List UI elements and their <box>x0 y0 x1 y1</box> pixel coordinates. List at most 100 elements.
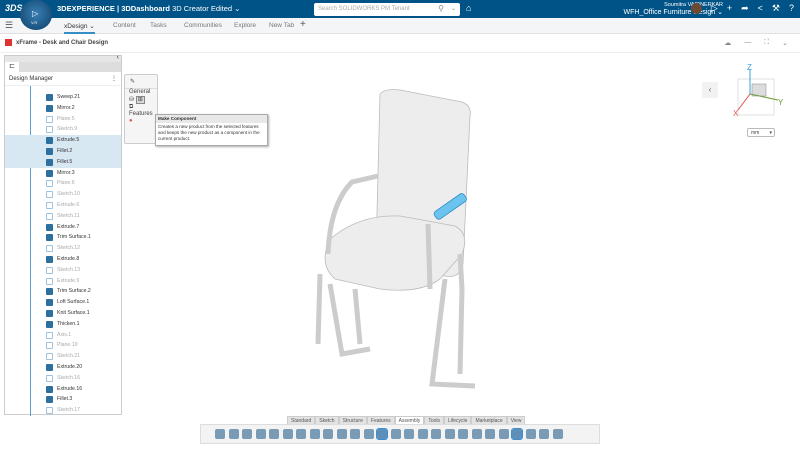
tab-xdesign[interactable]: xDesign ⌄ <box>64 22 95 34</box>
tool-icon[interactable] <box>269 429 279 439</box>
tool-icon[interactable] <box>539 429 549 439</box>
tree-item[interactable]: Extrude.16 <box>5 384 121 395</box>
tree-item[interactable]: Extrude.20 <box>5 362 121 373</box>
tool-icon[interactable] <box>228 429 239 439</box>
tree-item[interactable]: Plane.6 <box>5 178 121 189</box>
add-tab-button[interactable]: + <box>300 19 306 30</box>
tool-icon[interactable] <box>376 428 388 440</box>
tree-item[interactable]: Sketch.21 <box>5 351 121 362</box>
tool-icon[interactable] <box>552 429 563 439</box>
tree-item[interactable]: Mirror.2 <box>5 103 121 114</box>
tree-item[interactable]: Extrude.5 <box>5 135 121 146</box>
tree-item-label: Sketch.13 <box>57 266 81 273</box>
tool-icon[interactable] <box>323 429 333 439</box>
tree-item-label: Sketch.17 <box>57 407 81 414</box>
error-icon[interactable]: ● <box>125 117 157 125</box>
tree-item[interactable]: Sketch.16 <box>5 373 121 384</box>
tab-content[interactable]: Content <box>113 22 136 29</box>
tool-icon[interactable] <box>282 429 293 439</box>
tree-item[interactable]: Plane.10 <box>5 340 121 351</box>
pen-icon[interactable]: ✎ <box>125 75 157 88</box>
tree-item[interactable]: Extrude.9 <box>5 276 121 287</box>
view-cube[interactable]: Z Y X <box>733 63 784 118</box>
tool-icon[interactable] <box>485 429 495 439</box>
axis-x-label: X <box>733 109 739 118</box>
units-select[interactable]: mm ▾ <box>747 128 775 137</box>
component-icon[interactable]: ⧉ <box>125 104 157 111</box>
tree-item[interactable]: Sweep.21 <box>5 92 121 103</box>
tool-icon[interactable] <box>309 429 320 439</box>
tree-item[interactable]: Fillet.2 <box>5 145 121 157</box>
tree-tab[interactable]: ⊏ <box>5 62 19 72</box>
menu-icon[interactable]: ☰ <box>5 20 13 31</box>
tool-icon[interactable] <box>511 428 523 440</box>
more-icon[interactable]: ⋮ <box>111 75 117 82</box>
chevron-down-icon[interactable]: ⌄ <box>451 5 456 12</box>
tool-icon[interactable] <box>390 429 401 439</box>
tool-icon[interactable] <box>471 429 482 439</box>
tree-item[interactable]: Plane.5 <box>5 114 121 125</box>
tool-icon[interactable] <box>296 429 306 439</box>
tool-icon[interactable] <box>350 429 360 439</box>
tool-icon[interactable] <box>417 429 428 439</box>
tree-item[interactable]: Thicken.1 <box>5 319 121 330</box>
tree-item-label: Sketch.11 <box>57 212 80 219</box>
tree-item[interactable]: Extrude.8 <box>5 254 121 265</box>
make-component-icon[interactable]: ⊞ <box>135 96 145 104</box>
tree-item[interactable]: Trim Surface.2 <box>5 286 121 297</box>
network-icon[interactable]: < <box>758 3 763 14</box>
tool-icon[interactable] <box>215 429 225 439</box>
tag-icon[interactable]: ⌂ <box>466 3 471 13</box>
feature-icon <box>46 169 53 177</box>
tool-icon[interactable] <box>404 429 414 439</box>
tool-icon[interactable] <box>363 429 374 439</box>
tool-icon[interactable] <box>498 429 509 439</box>
tab-explore[interactable]: Explore <box>234 22 256 29</box>
tree-item[interactable]: Fillet.3 <box>5 394 121 405</box>
cylinder-icon[interactable]: ⛁ <box>129 97 134 103</box>
tree-item[interactable]: Sketch.13 <box>5 265 121 276</box>
avatar[interactable] <box>690 3 702 14</box>
tree-item[interactable]: Fillet.5 <box>5 156 121 168</box>
tab-tasks[interactable]: Tasks <box>150 22 167 29</box>
tool-icon[interactable] <box>458 429 468 439</box>
tree-item[interactable]: Knit Surface.1 <box>5 308 121 319</box>
collapse-panel-button[interactable]: ‹ <box>117 54 119 61</box>
tree-item[interactable]: Sketch.10 <box>5 189 121 200</box>
design-manager-panel: ‹ ⊏ Design Manager ⋮ Sweep.21 Mirror.2 Plan… <box>4 54 122 416</box>
app-title[interactable]: 3DEXPERIENCE | 3DDashboard 3D Creator Ed… <box>57 4 240 13</box>
help-icon[interactable]: ? <box>789 3 794 14</box>
add-icon[interactable]: + <box>727 3 732 14</box>
tree-item[interactable]: Trim Surface.1 <box>5 232 121 243</box>
chevron-left-icon[interactable]: ‹ <box>702 82 718 98</box>
chevron-down-icon[interactable]: ⌄ <box>782 39 788 47</box>
tab-communities[interactable]: Communities <box>184 22 222 29</box>
tree-item[interactable]: Sketch.12 <box>5 243 121 254</box>
search-icon[interactable]: ⚲ <box>438 4 444 13</box>
maximize-icon[interactable]: ⛶ <box>764 39 769 47</box>
tool-icon[interactable] <box>242 429 252 439</box>
tool-icon[interactable] <box>444 429 455 439</box>
cloud-icon[interactable]: ☁ <box>724 39 731 47</box>
tree-item[interactable]: Extrude.7 <box>5 222 121 233</box>
tree-item-label: Knit Surface.1 <box>57 309 90 316</box>
tree-item[interactable]: Sketch.17 <box>5 405 121 416</box>
tree-item[interactable]: Sketch.9 <box>5 124 121 135</box>
tool-icon[interactable] <box>431 429 441 439</box>
tree-item[interactable]: Loft Surface.1 <box>5 297 121 308</box>
search-input[interactable]: Search SOLIDWORKS PM Tenant ⚲ ⌄ <box>314 3 460 16</box>
tree-item[interactable]: Mirror.3 <box>5 168 121 179</box>
tree-item[interactable]: Extrude.6 <box>5 200 121 211</box>
compass[interactable]: V.R ▷ <box>20 0 52 30</box>
tree-item[interactable]: Axis.1 <box>5 330 121 341</box>
tools-icon[interactable]: ⚒ <box>772 3 780 14</box>
tool-icon[interactable] <box>525 429 536 439</box>
tree-item-label: Sketch.10 <box>57 191 81 198</box>
tool-icon[interactable] <box>336 429 347 439</box>
tab-new-tab[interactable]: New Tab <box>269 22 294 29</box>
tag-icon[interactable]: ▷ <box>711 3 718 14</box>
tool-icon[interactable] <box>255 429 266 439</box>
minimize-icon[interactable]: — <box>744 39 751 47</box>
tree-item[interactable]: Sketch.11 <box>5 211 121 222</box>
share-icon[interactable]: ➦ <box>741 3 749 14</box>
